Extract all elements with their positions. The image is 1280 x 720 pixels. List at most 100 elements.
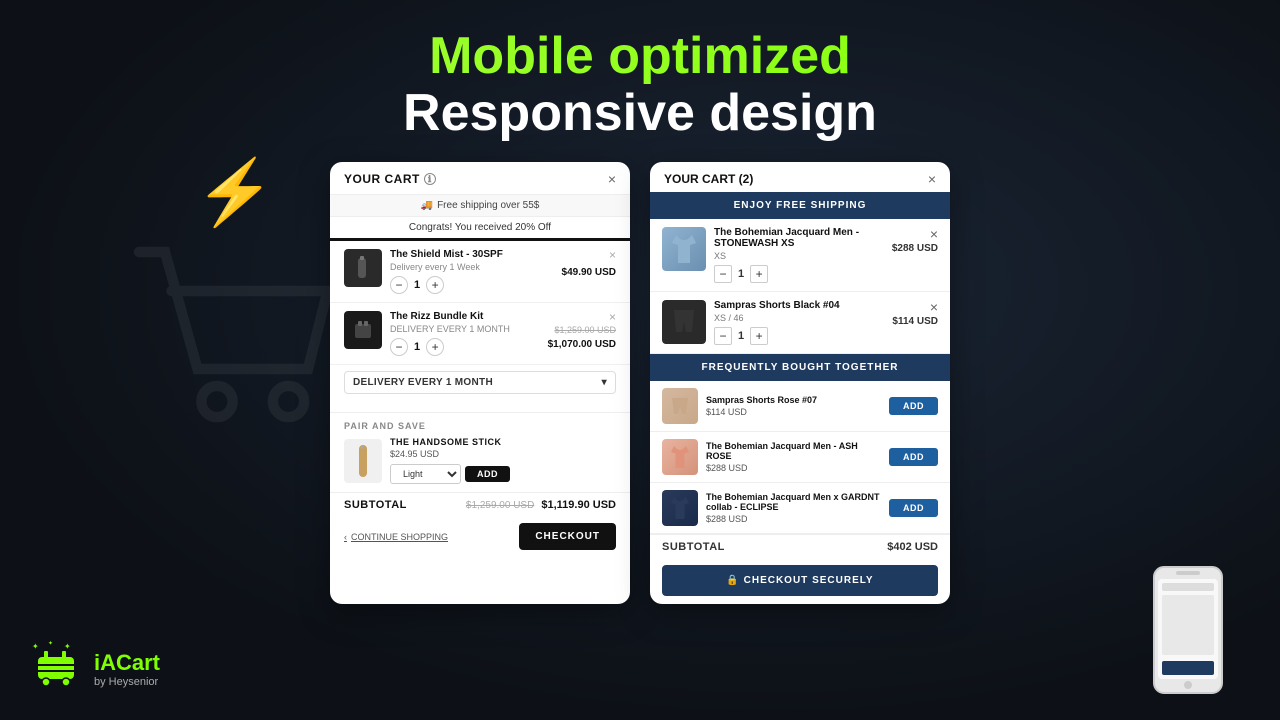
right-subtotal-row: SUBTOTAL $402 USD: [650, 534, 950, 559]
item-1-right: × $49.90 USD: [562, 249, 616, 278]
right-item-1-controls: − 1 +: [714, 265, 884, 283]
pair-item-image: [344, 439, 382, 483]
right-cart-panel: YOUR CART (2) × ENJOY FREE SHIPPING The …: [650, 162, 950, 604]
title-line2: Responsive design: [0, 85, 1280, 142]
fbt-item-1-price: $114 USD: [706, 407, 881, 417]
chevron-down-icon: ▾: [602, 377, 607, 388]
fbt-item-1-name: Sampras Shorts Rose #07: [706, 395, 881, 405]
continue-shopping-button[interactable]: ‹ CONTINUE SHOPPING: [344, 532, 448, 542]
fbt-item-2-details: The Bohemian Jacquard Men - ASH ROSE $28…: [706, 441, 881, 473]
spacer: [330, 400, 630, 412]
item-1-increase-button[interactable]: +: [426, 276, 444, 294]
svg-text:✦: ✦: [32, 642, 39, 651]
right-item-2-increase-button[interactable]: +: [750, 327, 768, 345]
right-item-2-name: Sampras Shorts Black #04: [714, 300, 884, 311]
left-panel-close-button[interactable]: ×: [608, 172, 616, 186]
item-2-image: [344, 311, 382, 349]
left-subtotal-prices: $1,259.00 USD $1,119.90 USD: [466, 499, 616, 511]
header: Mobile optimized Responsive design: [0, 0, 1280, 154]
item-1-image: [344, 249, 382, 287]
right-item-2-image: [662, 300, 706, 344]
item-2-decrease-button[interactable]: −: [390, 338, 408, 356]
page: Mobile optimized Responsive design ⚡ YOU…: [0, 0, 1280, 720]
checkout-button[interactable]: CHECKOUT: [519, 523, 616, 550]
phone-mockup: [1152, 565, 1232, 700]
right-panel-close-button[interactable]: ×: [928, 172, 936, 186]
item-2-old-price: $1,259.00 USD: [548, 325, 616, 335]
item-2-qty: 1: [414, 341, 420, 353]
shipping-banner: 🚚 Free shipping over 55$: [330, 195, 630, 217]
right-subtotal-price: $402 USD: [887, 541, 938, 553]
left-subtotal-new-price: $1,119.90 USD: [541, 499, 616, 511]
congrats-text: Congrats! You received 20% Off: [409, 222, 551, 233]
fbt-item-1: Sampras Shorts Rose #07 $114 USD ADD: [650, 381, 950, 432]
fbt-item-1-add-button[interactable]: ADD: [889, 397, 938, 415]
continue-shopping-label: CONTINUE SHOPPING: [351, 532, 448, 542]
item-1-name: The Shield Mist - 30SPF: [390, 249, 554, 260]
right-item-1-decrease-button[interactable]: −: [714, 265, 732, 283]
left-panel-header: YOUR CART ℹ ×: [330, 162, 630, 195]
right-item-2-decrease-button[interactable]: −: [714, 327, 732, 345]
left-checkout-row: ‹ CONTINUE SHOPPING CHECKOUT: [330, 517, 630, 560]
cart-item-2: The Rizz Bundle Kit DELIVERY EVERY 1 MON…: [330, 303, 630, 365]
item-1-price: $49.90 USD: [562, 267, 616, 278]
pair-save-title: PAIR AND SAVE: [344, 421, 616, 431]
logo-text-block: iACart by Heysenior: [94, 650, 160, 688]
pair-item: THE HANDSOME STICK $24.95 USD Light Dark…: [344, 437, 616, 484]
item-2-controls: − 1 +: [390, 338, 540, 356]
delivery-selector[interactable]: DELIVERY EVERY 1 MONTH ▾: [344, 371, 616, 394]
item-2-details: The Rizz Bundle Kit DELIVERY EVERY 1 MON…: [390, 311, 540, 356]
fbt-item-1-details: Sampras Shorts Rose #07 $114 USD: [706, 395, 881, 417]
fbt-item-3-details: The Bohemian Jacquard Men x GARDNT colla…: [706, 492, 881, 524]
right-item-2-remove-button[interactable]: ×: [930, 300, 938, 314]
svg-text:✦: ✦: [64, 642, 71, 651]
title-line1: Mobile optimized: [0, 28, 1280, 85]
pair-add-button[interactable]: ADD: [465, 466, 510, 482]
right-item-1-qty: 1: [738, 268, 744, 280]
logo-cart-icon: ✦ ✦ ✦: [30, 637, 82, 700]
item-1-qty: 1: [414, 279, 420, 291]
item-1-details: The Shield Mist - 30SPF Delivery every 1…: [390, 249, 554, 294]
pair-variant-select[interactable]: Light Dark Medium: [390, 464, 461, 484]
left-subtotal-label: SUBTOTAL: [344, 499, 407, 511]
item-1-sub: Delivery every 1 Week: [390, 262, 554, 272]
delivery-selector-text: DELIVERY EVERY 1 MONTH: [353, 377, 493, 388]
right-item-1-right: × $288 USD: [892, 227, 938, 254]
fbt-item-2-add-button[interactable]: ADD: [889, 448, 938, 466]
fbt-item-2-name: The Bohemian Jacquard Men - ASH ROSE: [706, 441, 881, 461]
shipping-text: Free shipping over 55$: [437, 200, 539, 211]
logo-by: by Heysenior: [94, 676, 160, 688]
right-panel-header: YOUR CART (2) ×: [650, 162, 950, 192]
right-item-1-increase-button[interactable]: +: [750, 265, 768, 283]
item-1-controls: − 1 +: [390, 276, 554, 294]
right-item-2-qty: 1: [738, 330, 744, 342]
logo-name: iACart: [94, 650, 160, 676]
right-item-2-details: Sampras Shorts Black #04 XS / 46 − 1 +: [714, 300, 884, 345]
right-item-2-right: × $114 USD: [892, 300, 938, 327]
fbt-item-1-image: [662, 388, 698, 424]
item-1-remove-button[interactable]: ×: [609, 249, 616, 261]
truck-icon: 🚚: [421, 200, 433, 211]
right-item-1-image: [662, 227, 706, 271]
item-2-increase-button[interactable]: +: [426, 338, 444, 356]
item-2-name: The Rizz Bundle Kit: [390, 311, 540, 322]
pair-item-details: THE HANDSOME STICK $24.95 USD Light Dark…: [390, 437, 616, 484]
item-2-prices: $1,259.00 USD $1,070.00 USD: [548, 325, 616, 350]
left-panel-title: YOUR CART ℹ: [344, 172, 436, 186]
fbt-item-3-add-button[interactable]: ADD: [889, 499, 938, 517]
right-item-1-variant: XS: [714, 251, 884, 261]
fbt-item-3-price: $288 USD: [706, 514, 881, 524]
cart-item-1: The Shield Mist - 30SPF Delivery every 1…: [330, 241, 630, 303]
right-item-2-price: $114 USD: [892, 316, 938, 327]
fbt-item-2-image: [662, 439, 698, 475]
right-subtotal-label: SUBTOTAL: [662, 541, 725, 553]
right-item-1-remove-button[interactable]: ×: [930, 227, 938, 241]
fbt-header: FREQUENTLY BOUGHT TOGETHER: [650, 354, 950, 381]
right-checkout-button[interactable]: 🔒 CHECKOUT SECURELY: [662, 565, 938, 596]
item-1-decrease-button[interactable]: −: [390, 276, 408, 294]
item-2-remove-button[interactable]: ×: [609, 311, 616, 323]
lightning-icon: ⚡: [195, 155, 275, 230]
fbt-item-3-name: The Bohemian Jacquard Men x GARDNT colla…: [706, 492, 881, 512]
chevron-left-icon: ‹: [344, 532, 347, 542]
right-item-2-controls: − 1 +: [714, 327, 884, 345]
